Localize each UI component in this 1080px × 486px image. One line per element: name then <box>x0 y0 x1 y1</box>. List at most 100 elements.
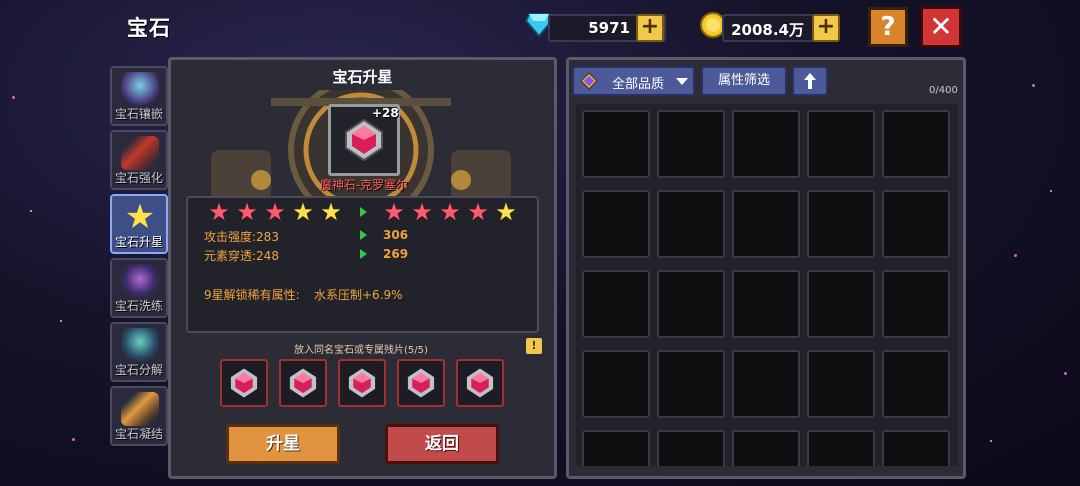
inventory-slot[interactable] <box>807 350 875 418</box>
background-star <box>1014 254 1017 257</box>
background-star <box>990 440 992 442</box>
background-star <box>12 96 15 99</box>
arrow-right-icon <box>360 207 367 217</box>
star-icon: ★ <box>320 198 342 226</box>
star-icon: ★ <box>411 198 433 226</box>
material-slot[interactable] <box>456 359 504 407</box>
gem-refine-icon <box>121 264 159 298</box>
inventory-slot[interactable] <box>732 350 800 418</box>
inventory-grid <box>576 104 958 466</box>
star-icon: ★ <box>467 198 489 226</box>
gem-name: 魔神石-克罗塞尔 <box>319 178 409 192</box>
gem-icon <box>230 368 258 398</box>
gem-icon <box>407 368 435 398</box>
inventory-slot[interactable] <box>657 190 725 258</box>
gem-icon <box>466 368 494 398</box>
star-icon: ★ <box>264 198 286 226</box>
inventory-slot[interactable] <box>732 190 800 258</box>
material-slot[interactable] <box>220 359 268 407</box>
sidebar-item-gem-condense[interactable]: 宝石凝结 <box>110 386 168 446</box>
upgrade-star-button[interactable]: 升星 <box>226 424 340 464</box>
sidebar-item-gem-enhance[interactable]: 宝石强化 <box>110 130 168 190</box>
quality-gem-icon <box>580 72 598 90</box>
gold-count: 2008.4万 <box>731 21 804 39</box>
inventory-slot[interactable] <box>807 430 875 466</box>
sidebar-item-label: 宝石分解 <box>114 363 163 377</box>
rare-unlock-value: 水系压制+6.9% <box>314 288 403 302</box>
inventory-slot[interactable] <box>807 110 875 178</box>
inventory-slot[interactable] <box>882 430 950 466</box>
inventory-slot[interactable] <box>732 270 800 338</box>
inventory-slot[interactable] <box>882 110 950 178</box>
page-title: 宝石 <box>127 16 171 40</box>
add-diamonds-button[interactable]: + <box>636 14 664 42</box>
background-star <box>1050 190 1052 192</box>
inventory-slot[interactable] <box>657 110 725 178</box>
gem-enhance-icon <box>121 136 159 170</box>
star-icon: ★ <box>236 198 258 226</box>
sidebar-item-gem-refine[interactable]: 宝石洗练 <box>110 258 168 318</box>
gem-icon <box>289 368 317 398</box>
quality-filter-dropdown[interactable]: 全部品质 <box>572 66 695 96</box>
star-icon: ★ <box>208 198 230 226</box>
inventory-slot[interactable] <box>882 270 950 338</box>
gem-inlay-icon <box>121 72 159 106</box>
sidebar-item-gem-star-up[interactable]: ★ 宝石升星 <box>110 194 168 254</box>
attribute-filter-label: 属性筛选 <box>717 73 770 88</box>
inventory-slot[interactable] <box>582 350 650 418</box>
material-hint: 放入同名宝石或专属残片(5/5) <box>294 345 428 356</box>
sidebar-item-gem-inlay[interactable]: 宝石镶嵌 <box>110 66 168 126</box>
stat-penetration-label: 元素穿透:248 <box>204 249 279 263</box>
star-icon: ★ <box>383 198 405 226</box>
inventory-slot[interactable] <box>582 110 650 178</box>
gem-icon <box>348 368 376 398</box>
sidebar-item-gem-decompose[interactable]: 宝石分解 <box>110 322 168 382</box>
inventory-slot[interactable] <box>882 190 950 258</box>
inventory-slot[interactable] <box>807 190 875 258</box>
inventory-count: 0/400 <box>929 85 958 96</box>
chevron-down-icon <box>676 78 688 85</box>
star-icon: ★ <box>439 198 461 226</box>
sidebar-item-label: 宝石凝结 <box>114 427 163 441</box>
add-gold-button[interactable]: + <box>812 14 840 42</box>
inventory-slot[interactable] <box>582 270 650 338</box>
gem-icon <box>345 118 383 162</box>
inventory-slot[interactable] <box>582 190 650 258</box>
inventory-slot[interactable] <box>732 430 800 466</box>
info-icon[interactable]: ! <box>526 338 542 354</box>
arrow-right-icon <box>360 249 367 259</box>
inventory-slot[interactable] <box>657 430 725 466</box>
inventory-slot[interactable] <box>582 430 650 466</box>
next-stars: ★ ★ ★ ★ ★ <box>382 198 518 226</box>
stat-attack-label: 攻击强度:283 <box>204 230 279 244</box>
help-button[interactable]: ? <box>868 7 908 47</box>
sort-button[interactable] <box>792 66 828 96</box>
sidebar-item-label: 宝石镶嵌 <box>114 107 163 121</box>
gem-decompose-icon <box>121 328 159 362</box>
diamond-count: 5971 <box>588 19 630 37</box>
gem-level: +28 <box>372 106 399 120</box>
inventory-slot[interactable] <box>657 270 725 338</box>
inventory-slot[interactable] <box>732 110 800 178</box>
gem-star-up-icon: ★ <box>124 197 156 237</box>
inventory-slot[interactable] <box>882 350 950 418</box>
material-slot[interactable] <box>279 359 327 407</box>
sidebar-item-label: 宝石升星 <box>114 235 163 249</box>
up-arrow-icon <box>804 73 816 89</box>
quality-filter-label: 全部品质 <box>612 77 665 92</box>
background-star <box>1064 372 1067 375</box>
star-icon: ★ <box>495 198 517 226</box>
attribute-filter-button[interactable]: 属性筛选 <box>701 66 787 96</box>
back-button[interactable]: 返回 <box>385 424 499 464</box>
inventory-slot[interactable] <box>657 350 725 418</box>
material-slot[interactable] <box>338 359 386 407</box>
gem-condense-icon <box>121 392 159 426</box>
close-button[interactable]: ✕ <box>920 6 962 48</box>
material-slot[interactable] <box>397 359 445 407</box>
current-stars: ★ ★ ★ ★ ★ <box>207 198 343 226</box>
panel-title: 宝石升星 <box>332 68 393 86</box>
background-star <box>72 438 75 441</box>
inventory-slot[interactable] <box>807 270 875 338</box>
stat-penetration-next: 269 <box>383 247 409 261</box>
stat-attack-next: 306 <box>383 228 409 242</box>
